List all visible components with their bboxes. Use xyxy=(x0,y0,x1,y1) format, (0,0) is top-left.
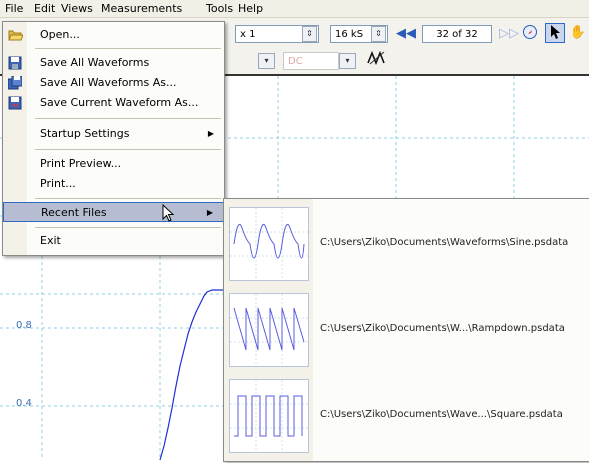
menu-item-print[interactable]: Print... xyxy=(3,174,224,194)
y-axis-label: 0.8 xyxy=(16,320,32,331)
menu-item-save-all-waveforms[interactable]: Save All Waveforms xyxy=(3,53,224,73)
menu-item-label: Startup Settings xyxy=(40,127,130,140)
menu-item-label: Save All Waveforms As... xyxy=(40,76,177,89)
menu-separator xyxy=(35,198,221,199)
file-menu-dropdown: Open... Save All Waveforms Save All Wave… xyxy=(2,21,225,256)
submenu-arrow-icon: ▶ xyxy=(207,129,214,138)
menu-item-startup-settings[interactable]: Startup Settings ▶ xyxy=(3,124,224,144)
menu-item-label: Save Current Waveform As... xyxy=(40,96,199,109)
menu-measurements[interactable]: Measurements xyxy=(101,2,182,15)
rampdown-waveform-thumbnail-icon xyxy=(229,293,309,367)
open-folder-icon xyxy=(8,28,24,42)
hand-tool-icon[interactable]: ✋ xyxy=(568,23,588,43)
samples-stepper-icon[interactable]: ⇕ xyxy=(371,26,386,42)
first-waveform-icon[interactable]: ◀◀ xyxy=(396,24,416,44)
menu-separator xyxy=(35,227,221,228)
waveform-counter-text: 32 of 32 xyxy=(436,29,478,40)
waveform-counter: 32 of 32 xyxy=(422,25,492,43)
menu-separator xyxy=(35,118,221,119)
menu-item-label: Save All Waveforms xyxy=(40,56,150,69)
compass-icon[interactable] xyxy=(521,24,539,44)
zoom-value: x 1 xyxy=(240,29,256,40)
channel-dropdown-icon[interactable]: ▾ xyxy=(258,53,275,69)
square-waveform-thumbnail-icon xyxy=(229,379,309,453)
coupling-value: DC xyxy=(288,56,303,67)
recent-file-path: C:\Users\Ziko\Documents\Waveforms\Sine.p… xyxy=(320,237,569,248)
menu-item-label: Recent Files xyxy=(41,206,107,219)
menu-item-print-preview[interactable]: Print Preview... xyxy=(3,154,224,174)
menu-separator xyxy=(35,149,221,150)
menu-help[interactable]: Help xyxy=(238,2,263,15)
menu-edit[interactable]: Edit xyxy=(34,2,55,15)
save-as-disk-icon xyxy=(7,75,23,90)
auto-setup-icon[interactable] xyxy=(365,50,389,69)
zoom-stepper-icon[interactable]: ⇕ xyxy=(302,26,317,42)
next-waveform-icon[interactable]: ▷▷ xyxy=(499,24,519,44)
waveform-trace xyxy=(159,289,224,461)
menu-item-save-current-waveform-as[interactable]: Save Current Waveform As... xyxy=(3,93,224,113)
save-disk-icon xyxy=(8,56,22,70)
menu-item-label: Print Preview... xyxy=(40,157,122,170)
menu-item-label: Open... xyxy=(40,28,80,41)
menu-tools[interactable]: Tools xyxy=(206,2,233,15)
menu-item-exit[interactable]: Exit xyxy=(3,231,224,251)
recent-file-item[interactable]: C:\Users\Ziko\Documents\Wave...\Square.p… xyxy=(224,373,589,457)
coupling-select[interactable]: DC xyxy=(283,52,339,70)
menu-item-label: Print... xyxy=(40,177,76,190)
recent-file-path: C:\Users\Ziko\Documents\Wave...\Square.p… xyxy=(320,409,563,420)
pointer-tool-icon[interactable] xyxy=(545,23,565,43)
recent-file-item[interactable]: C:\Users\Ziko\Documents\W...\Rampdown.ps… xyxy=(224,287,589,371)
save-current-disk-icon xyxy=(8,96,22,110)
recent-files-submenu: C:\Users\Ziko\Documents\Waveforms\Sine.p… xyxy=(223,198,589,462)
menu-item-open[interactable]: Open... xyxy=(3,25,224,45)
sine-waveform-thumbnail-icon xyxy=(229,207,309,281)
menu-item-label: Exit xyxy=(40,234,61,247)
menu-views[interactable]: Views xyxy=(61,2,93,15)
recent-file-path: C:\Users\Ziko\Documents\W...\Rampdown.ps… xyxy=(320,323,565,334)
recent-file-item[interactable]: C:\Users\Ziko\Documents\Waveforms\Sine.p… xyxy=(224,201,589,285)
menu-file[interactable]: File xyxy=(5,2,23,15)
submenu-arrow-icon: ▶ xyxy=(206,208,213,217)
menu-bar: File Edit Views Measurements Tools Help xyxy=(0,0,589,18)
menu-item-save-all-waveforms-as[interactable]: Save All Waveforms As... xyxy=(3,73,224,93)
y-axis-label: 0.4 xyxy=(16,398,32,409)
samples-value: 16 kS xyxy=(335,29,364,40)
menu-item-recent-files[interactable]: Recent Files ▶ xyxy=(3,202,224,222)
coupling-dropdown-icon[interactable]: ▾ xyxy=(339,53,356,69)
menu-separator xyxy=(35,48,221,49)
